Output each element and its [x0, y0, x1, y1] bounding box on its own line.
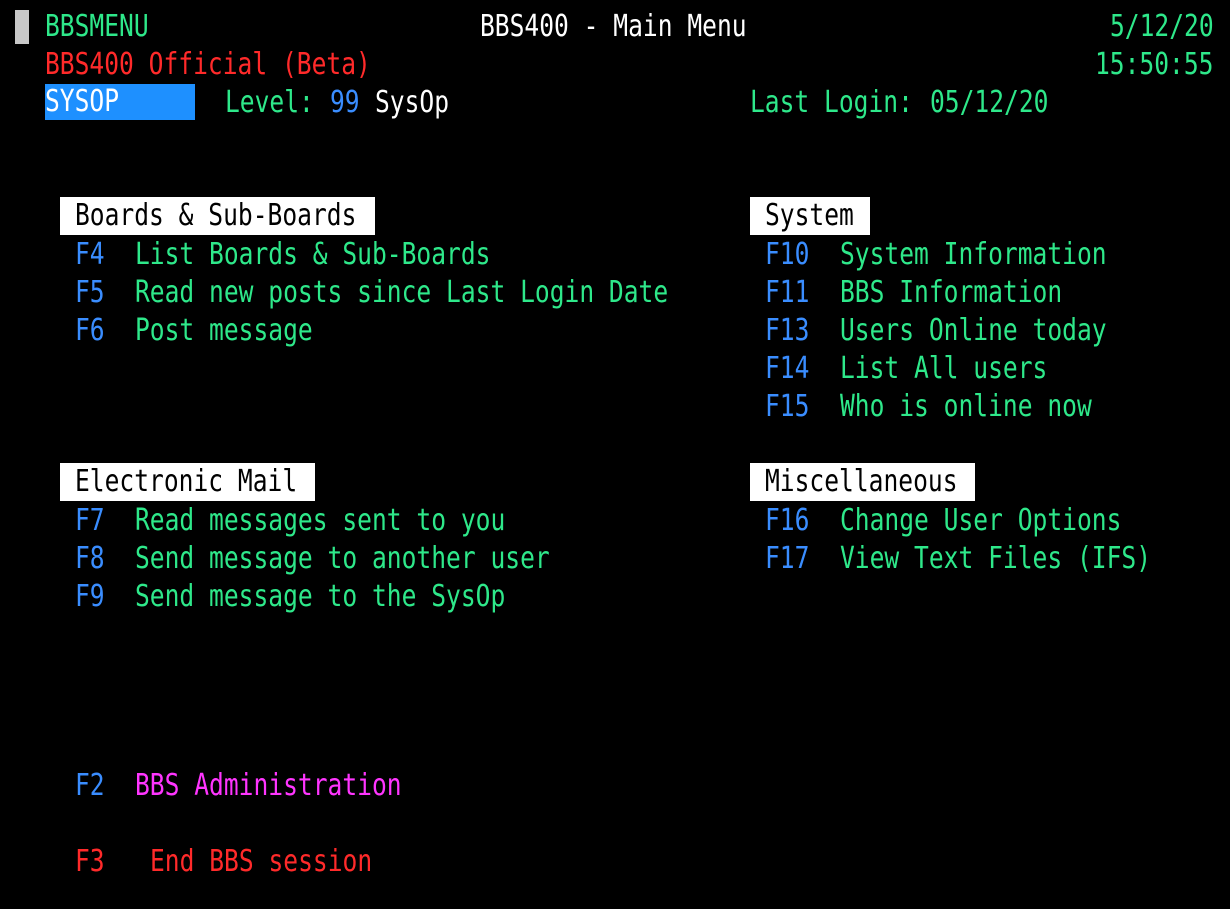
level-value: 99 [330, 85, 360, 120]
menu-item-label: BBS Administration [135, 768, 402, 803]
menu-item-end-session[interactable]: F3 End BBS session [75, 843, 405, 881]
function-key: F7 [75, 503, 105, 538]
menu-item-label: System Information [840, 237, 1107, 272]
function-key: F9 [75, 579, 105, 614]
level-label: Level: [225, 85, 314, 120]
current-date: 5/12/20 [1110, 9, 1214, 44]
section-title: Electronic Mail [75, 464, 298, 499]
menu-item-list-boards[interactable]: F4 List Boards & Sub-Boards [75, 236, 695, 274]
function-key: F11 [765, 275, 810, 310]
menu-item-label: End BBS session [150, 844, 373, 879]
menu-item-read-messages[interactable]: F7 Read messages sent to you [75, 502, 695, 540]
level-name: SysOp [375, 85, 450, 120]
section-title: Boards & Sub-Boards [75, 198, 357, 233]
menu-item-label: BBS Information [840, 275, 1063, 310]
current-time: 15:50:55 [1095, 47, 1214, 82]
menu-item-post-message[interactable]: F6 Post message [75, 312, 695, 350]
function-key: F4 [75, 237, 105, 272]
menu-item-send-message-user[interactable]: F8 Send message to another user [75, 540, 695, 578]
menu-item-label: Send message to the SysOp [135, 579, 506, 614]
function-key: F15 [765, 389, 810, 424]
screen-title: BBS400 - Main Menu [480, 9, 747, 44]
menu-item-change-user-options[interactable]: F16 Change User Options [765, 502, 1185, 540]
function-key: F10 [765, 237, 810, 272]
function-key: F6 [75, 313, 105, 348]
menu-item-label: Change User Options [840, 503, 1122, 538]
last-login-label: Last Login: [750, 85, 913, 120]
menu-item-label: Read new posts since Last Login Date [135, 275, 669, 310]
function-key: F2 [75, 768, 105, 803]
section-header-boards: Boards & Sub-Boards [60, 197, 375, 235]
function-key: F8 [75, 541, 105, 576]
menu-item-label: List All users [840, 351, 1048, 386]
menu-item-who-is-online[interactable]: F15 Who is online now [765, 388, 1185, 426]
function-key: F14 [765, 351, 810, 386]
bbs-subtitle: BBS400 Official (Beta) [45, 47, 371, 82]
cursor-block [15, 10, 29, 44]
menu-item-read-new-posts[interactable]: F5 Read new posts since Last Login Date [75, 274, 695, 312]
menu-item-label: Read messages sent to you [135, 503, 506, 538]
menu-item-bbs-administration[interactable]: F2 BBS Administration [75, 767, 435, 805]
function-key: F17 [765, 541, 810, 576]
user-field: SYSOP [45, 84, 195, 120]
menu-item-system-information[interactable]: F10 System Information [765, 236, 1185, 274]
terminal-screen: BBSMENU BBS400 - Main Menu 5/12/20 BBS40… [0, 0, 1230, 909]
function-key: F13 [765, 313, 810, 348]
function-key: F5 [75, 275, 105, 310]
function-key: F16 [765, 503, 810, 538]
menu-item-label: Send message to another user [135, 541, 550, 576]
user-name: SYSOP [45, 84, 120, 119]
section-header-misc: Miscellaneous [750, 463, 975, 501]
section-title: Miscellaneous [765, 464, 958, 499]
menu-item-send-message-sysop[interactable]: F9 Send message to the SysOp [75, 578, 695, 616]
program-name: BBSMENU [45, 9, 149, 44]
function-key: F3 [75, 844, 105, 879]
section-header-system: System [750, 197, 870, 235]
menu-item-label: Post message [135, 313, 313, 348]
last-login-value: 05/12/20 [930, 85, 1049, 120]
menu-item-label: Users Online today [840, 313, 1107, 348]
menu-item-list-all-users[interactable]: F14 List All users [765, 350, 1185, 388]
menu-item-users-online-today[interactable]: F13 Users Online today [765, 312, 1185, 350]
menu-item-view-text-files[interactable]: F17 View Text Files (IFS) [765, 540, 1185, 578]
section-title: System [765, 198, 854, 233]
menu-item-label: View Text Files (IFS) [840, 541, 1152, 576]
menu-item-label: Who is online now [840, 389, 1092, 424]
section-header-mail: Electronic Mail [60, 463, 315, 501]
menu-item-label: List Boards & Sub-Boards [135, 237, 491, 272]
menu-item-bbs-information[interactable]: F11 BBS Information [765, 274, 1185, 312]
